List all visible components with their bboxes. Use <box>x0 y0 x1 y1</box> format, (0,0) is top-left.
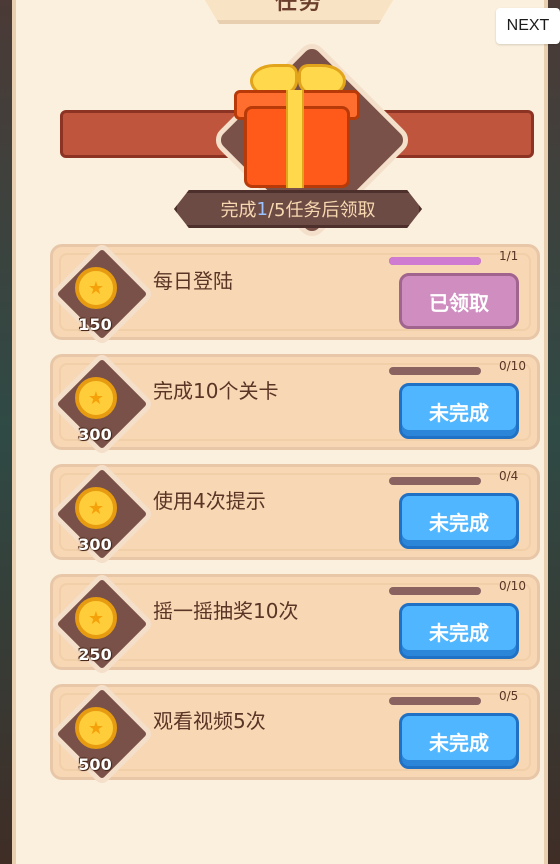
task-progress-text: 0/10 <box>499 579 526 593</box>
coin-icon: ★ <box>75 597 117 639</box>
star-icon: ★ <box>87 387 105 409</box>
coin-icon: ★ <box>75 487 117 529</box>
task-title: 摇一摇抽奖10次 <box>153 599 299 623</box>
ribbon-left <box>60 110 240 158</box>
task-reward: 500 <box>78 755 112 774</box>
star-icon: ★ <box>87 607 105 629</box>
task-row: ★ 150 每日登陆 1/1 已领取 <box>49 241 540 347</box>
task-reward: 300 <box>78 535 112 554</box>
task-title: 完成10个关卡 <box>153 379 279 403</box>
task-status-button[interactable]: 未完成 <box>399 383 519 439</box>
task-title: 每日登陆 <box>153 269 233 293</box>
task-progress-text: 0/5 <box>499 689 519 703</box>
task-status-button[interactable]: 已领取 <box>399 273 519 329</box>
task-progress-bar <box>389 367 481 375</box>
task-status-button[interactable]: 未完成 <box>399 603 519 659</box>
next-label: NEXT <box>506 17 550 34</box>
task-progress-bar <box>389 477 481 485</box>
task-status-label: 未完成 <box>429 620 489 645</box>
coin-icon: ★ <box>75 707 117 749</box>
reward-subtitle: 完成 1 /5任务后领取 <box>174 190 422 228</box>
task-progress-bar <box>389 587 481 595</box>
subtitle-prefix: 完成 <box>220 200 257 221</box>
subtitle-count: 1 <box>256 198 268 220</box>
task-status-label: 未完成 <box>429 400 489 425</box>
task-row: ★ 300 完成10个关卡 0/10 未完成 <box>49 351 540 457</box>
task-status-button[interactable]: 未完成 <box>399 713 519 769</box>
gift-icon[interactable] <box>228 64 366 194</box>
task-progress-bar <box>389 697 481 705</box>
subtitle-suffix: /5任务后领取 <box>267 200 376 221</box>
task-panel: 任务 完成 1 /5任务后领取 ★ 150 每日登陆 1/1 已领取 ★ 300 <box>12 0 548 864</box>
task-title: 观看视频5次 <box>153 709 266 733</box>
task-status-label: 未完成 <box>429 730 489 755</box>
task-reward: 150 <box>78 315 112 334</box>
task-progress-text: 0/10 <box>499 359 526 373</box>
task-reward: 250 <box>78 645 112 664</box>
task-status-button[interactable]: 未完成 <box>399 493 519 549</box>
task-progress-text: 0/4 <box>499 469 519 483</box>
task-status-label: 已领取 <box>429 290 489 315</box>
task-title: 使用4次提示 <box>153 489 266 513</box>
task-row: ★ 500 观看视频5次 0/5 未完成 <box>49 681 540 787</box>
task-reward: 300 <box>78 425 112 444</box>
coin-icon: ★ <box>75 377 117 419</box>
task-progress-bar <box>389 257 481 265</box>
title-tab: 任务 <box>194 0 404 24</box>
gift-ribbon <box>286 90 304 188</box>
star-icon: ★ <box>87 277 105 299</box>
coin-icon: ★ <box>75 267 117 309</box>
star-icon: ★ <box>87 497 105 519</box>
task-progress-text: 1/1 <box>499 249 519 263</box>
star-icon: ★ <box>87 717 105 739</box>
task-row: ★ 300 使用4次提示 0/4 未完成 <box>49 461 540 567</box>
panel-title: 任务 <box>274 0 323 15</box>
task-progress-fill <box>389 257 481 265</box>
next-button[interactable]: NEXT <box>496 8 560 44</box>
task-status-label: 未完成 <box>429 510 489 535</box>
task-row: ★ 250 摇一摇抽奖10次 0/10 未完成 <box>49 571 540 677</box>
